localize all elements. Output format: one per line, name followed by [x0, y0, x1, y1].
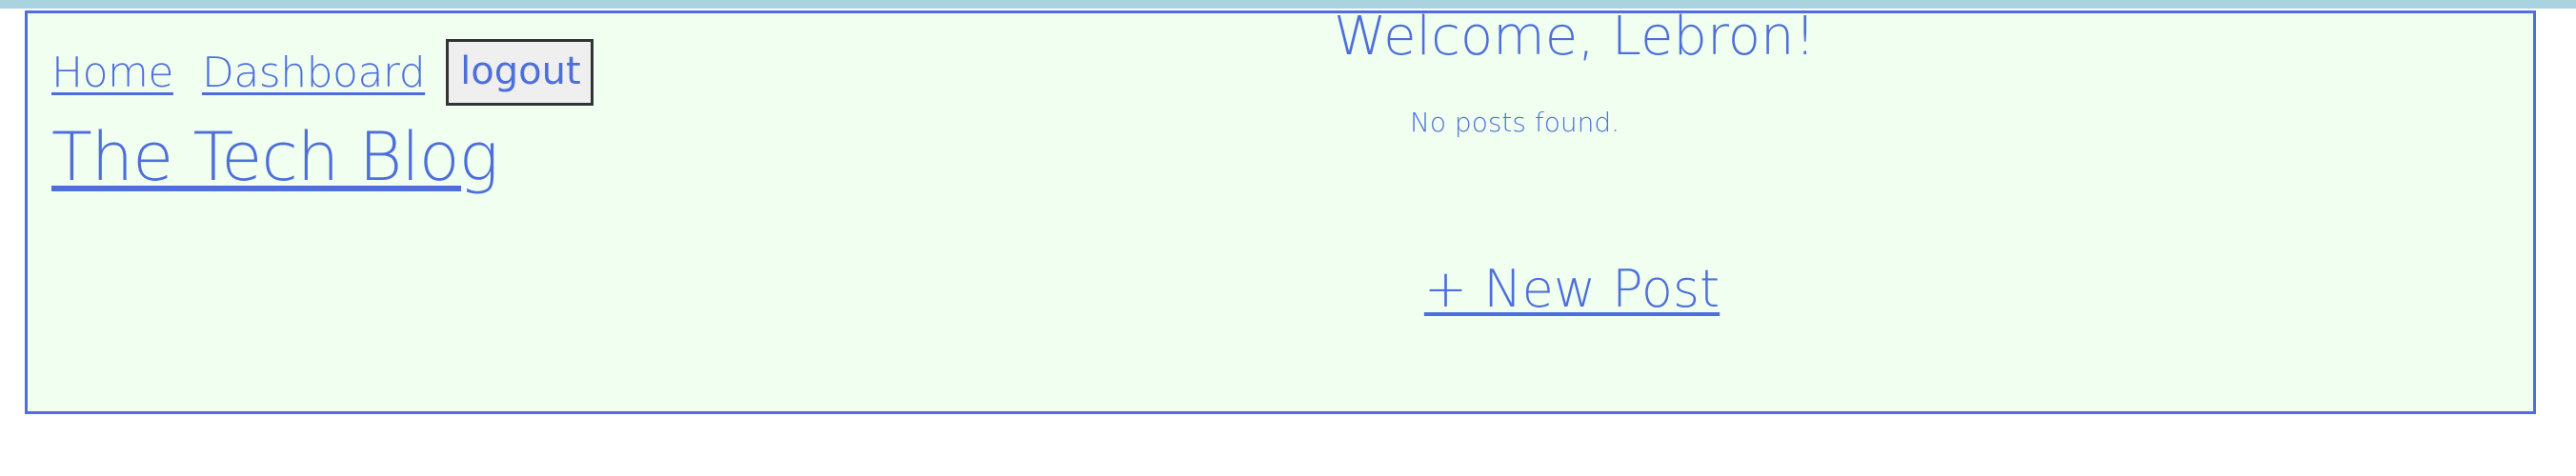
nav-bar: Home Dashboard logout — [51, 39, 594, 106]
new-post-link[interactable]: + New Post — [1419, 259, 1724, 319]
nav-dashboard-link[interactable]: Dashboard — [202, 49, 426, 97]
welcome-heading: Welcome, Lebron! — [1334, 6, 1816, 68]
top-strip — [0, 0, 2576, 9]
empty-posts-message: No posts found. — [1409, 107, 1620, 138]
site-title-link[interactable]: The Tech Blog — [51, 118, 499, 196]
logout-button[interactable]: logout — [446, 39, 594, 106]
nav-home-link[interactable]: Home — [51, 49, 173, 97]
